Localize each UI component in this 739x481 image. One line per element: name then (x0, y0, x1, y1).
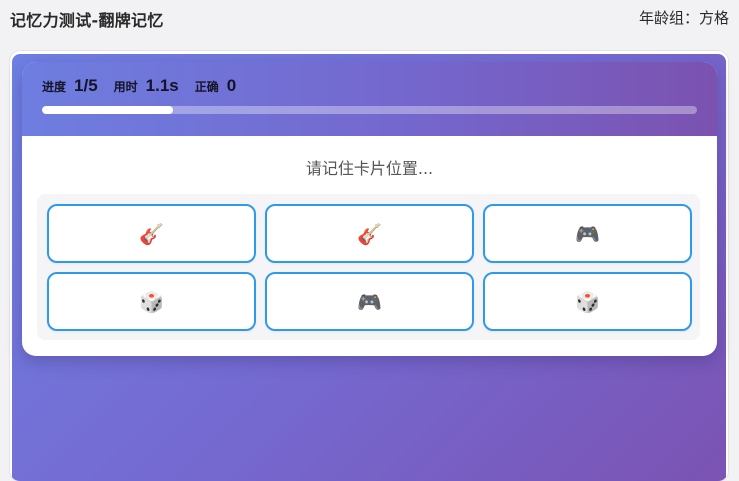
progress-label: 进度 (42, 80, 67, 94)
game-status-header: 进度 1/5 用时 1.1s 正确 0 (22, 62, 717, 136)
time-value: 1.1s (145, 76, 179, 95)
stats-row: 进度 1/5 用时 1.1s 正确 0 (42, 76, 252, 96)
memory-card[interactable]: 🎮 (265, 272, 474, 331)
guitar-icon: 🎸 (357, 221, 382, 246)
game-card: 进度 1/5 用时 1.1s 正确 0 请记住卡片位置... 🎸 🎸 🎮 🎲 🎮 🎲 (22, 62, 717, 356)
guitar-icon: 🎸 (139, 221, 164, 246)
card-grid: 🎸 🎸 🎮 🎲 🎮 🎲 (37, 194, 700, 340)
game-controller-icon: 🎮 (575, 221, 600, 246)
game-controller-icon: 🎮 (357, 289, 382, 314)
memory-card[interactable]: 🎮 (483, 204, 692, 263)
dice-icon: 🎲 (139, 289, 164, 314)
time-label: 用时 (113, 80, 138, 94)
correct-label: 正确 (194, 80, 219, 94)
instruction-text: 请记住卡片位置... (305, 159, 434, 178)
memory-card[interactable]: 🎸 (265, 204, 474, 263)
progress-value: 1/5 (74, 76, 98, 95)
correct-value: 0 (226, 76, 237, 95)
dice-icon: 🎲 (575, 289, 600, 314)
progress-bar-fill (42, 106, 173, 114)
memory-card[interactable]: 🎸 (47, 204, 256, 263)
progress-bar (42, 106, 697, 114)
memory-card[interactable]: 🎲 (483, 272, 692, 331)
top-bar: 记忆力测试-翻牌记忆 年龄组：方格 (0, 0, 739, 34)
memory-card[interactable]: 🎲 (47, 272, 256, 331)
page-title: 记忆力测试-翻牌记忆 (10, 11, 164, 30)
age-group-label: 年龄组：方格 (638, 9, 729, 27)
